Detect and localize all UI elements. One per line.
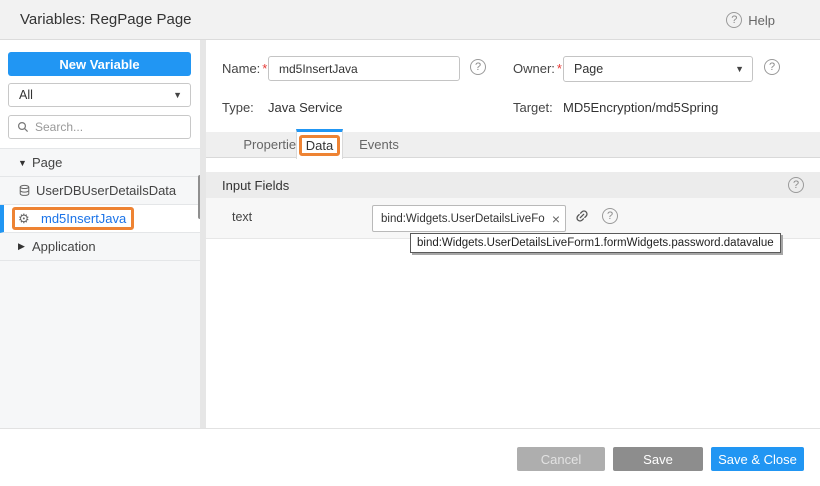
variable-search-box[interactable]	[8, 115, 191, 139]
owner-help-icon[interactable]: ?	[764, 59, 780, 75]
tree-node-label: Page	[32, 155, 62, 170]
owner-select[interactable]: Page ▼	[563, 56, 753, 82]
name-input[interactable]	[268, 56, 460, 81]
name-label: Name:*	[222, 61, 267, 76]
owner-selected-value: Page	[574, 62, 603, 76]
chevron-down-icon: ▼	[173, 90, 182, 100]
tree-node-userdb-variable[interactable]: UserDBUserDetailsData	[0, 177, 200, 205]
name-help-icon[interactable]: ?	[470, 59, 486, 75]
field-help-icon[interactable]: ?	[602, 208, 618, 224]
chevron-down-icon: ▼	[735, 64, 744, 74]
bind-expression-tooltip: bind:Widgets.UserDetailsLiveForm1.formWi…	[410, 233, 781, 253]
input-fields-title: Input Fields	[222, 178, 289, 193]
save-button[interactable]: Save	[613, 447, 703, 471]
target-value: MD5Encryption/md5Spring	[563, 100, 718, 115]
variable-detail-panel: Name:* ? Owner:* Page ▼ ? Type: Java Ser…	[206, 40, 820, 428]
page-title: Variables: RegPage Page	[20, 0, 192, 40]
tab-label: Data	[306, 138, 333, 153]
annotation-highlight-box: ⚙ md5InsertJava	[12, 207, 134, 230]
help-label: Help	[748, 13, 775, 28]
field-name-label: text	[232, 210, 252, 224]
java-service-gear-icon: ⚙	[18, 212, 36, 225]
input-fields-help-icon[interactable]: ?	[788, 177, 804, 193]
help-icon: ?	[726, 12, 742, 28]
search-icon	[17, 121, 29, 133]
filter-selected-value: All	[19, 88, 33, 102]
owner-label: Owner:*	[513, 61, 562, 76]
caret-right-icon: ▶	[18, 241, 32, 252]
tab-events[interactable]: Events	[350, 132, 408, 158]
annotation-highlight-box: Data	[299, 135, 340, 156]
type-value: Java Service	[268, 100, 342, 115]
tree-node-label: Application	[32, 239, 96, 254]
target-label: Target:	[513, 100, 553, 115]
search-input[interactable]	[35, 120, 182, 134]
bind-expression-input[interactable]	[373, 213, 547, 225]
dialog-footer: Cancel Save Save & Close	[0, 429, 820, 486]
dialog-header: Variables: RegPage Page ? Help	[0, 0, 820, 40]
input-fields-header: Input Fields ?	[206, 172, 820, 198]
cancel-button[interactable]: Cancel	[517, 447, 605, 471]
tab-data[interactable]: Data	[296, 129, 343, 159]
tree-node-label: md5InsertJava	[41, 211, 126, 226]
tree-node-application[interactable]: ▶ Application	[0, 233, 200, 261]
caret-down-icon: ▼	[18, 158, 32, 168]
bind-expression-box: ×	[372, 205, 566, 232]
database-icon	[18, 184, 36, 197]
help-button[interactable]: ? Help	[726, 0, 775, 40]
new-variable-button[interactable]: New Variable	[8, 52, 191, 76]
required-asterisk: *	[557, 61, 562, 76]
variables-tree: ▼ Page UserDBUserDetailsData ⚙ md5Insert…	[0, 148, 200, 428]
save-and-close-button[interactable]: Save & Close	[711, 447, 804, 471]
tree-node-md5insertjava[interactable]: ⚙ md5InsertJava	[0, 205, 200, 233]
tree-node-label: UserDBUserDetailsData	[36, 183, 176, 198]
tree-node-page[interactable]: ▼ Page	[0, 149, 200, 177]
required-asterisk: *	[262, 61, 267, 76]
bind-link-icon[interactable]	[574, 208, 590, 224]
type-label: Type:	[222, 100, 254, 115]
variable-filter-select[interactable]: All ▼	[8, 83, 191, 107]
variables-sidebar: New Variable All ▼ ▼ Page Us	[0, 40, 200, 428]
clear-binding-icon[interactable]: ×	[547, 212, 565, 226]
